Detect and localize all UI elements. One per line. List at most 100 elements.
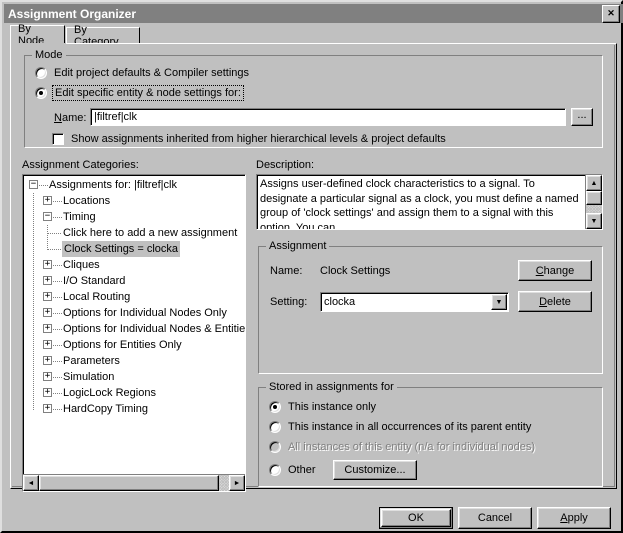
- expander-plus-icon[interactable]: +: [43, 260, 52, 269]
- tree-item-label: Local Routing: [63, 289, 130, 305]
- tree-item-label: I/O Standard: [63, 273, 125, 289]
- tree-item-label: Simulation: [63, 369, 114, 385]
- radio-edit-project-defaults[interactable]: Edit project defaults & Compiler setting…: [35, 67, 249, 79]
- browse-button[interactable]: ...: [571, 108, 593, 126]
- assignment-name-value: Clock Settings: [320, 265, 390, 277]
- delete-rest: elete: [547, 296, 571, 308]
- tree-item-local-routing[interactable]: + Local Routing: [25, 289, 243, 305]
- tree-item-hardcopy-timing[interactable]: + HardCopy Timing: [25, 401, 243, 417]
- show-inherited-label: Show assignments inherited from higher h…: [71, 133, 446, 145]
- tree-item-io-standard[interactable]: + I/O Standard: [25, 273, 243, 289]
- show-inherited-checkbox[interactable]: Show assignments inherited from higher h…: [52, 133, 446, 145]
- mode-group-label: Mode: [32, 49, 66, 61]
- close-icon[interactable]: ✕: [602, 5, 620, 23]
- radio-indicator: [269, 421, 281, 433]
- tree-item-label: Cliques: [63, 257, 100, 273]
- expander-plus-icon[interactable]: +: [43, 292, 52, 301]
- categories-label-text: Assignment Categories:: [22, 159, 139, 171]
- tree-item-label: Options for Individual Nodes & Entities: [63, 321, 246, 337]
- hscroll-right-arrow[interactable]: ►: [229, 475, 245, 491]
- window-title: Assignment Organizer: [8, 7, 136, 21]
- tab-by-category[interactable]: By Category: [66, 27, 140, 44]
- expander-plus-icon[interactable]: +: [43, 324, 52, 333]
- radio-edit-specific-entity[interactable]: Edit specific entity & node settings for…: [35, 87, 242, 99]
- radio-this-instance-all-occurrences-label: This instance in all occurrences of its …: [288, 421, 531, 433]
- tree-item-root[interactable]: − Assignments for: |filtref|clk: [25, 177, 243, 193]
- change-accel: C: [536, 265, 544, 277]
- delete-button-label: Delete: [539, 296, 571, 308]
- expander-minus-icon[interactable]: −: [43, 212, 52, 221]
- tree-item-timing[interactable]: − Timing: [25, 209, 243, 225]
- tab-strip: By Node By Category: [10, 26, 617, 44]
- tree-item-label: Assignments for: |filtref|clk: [49, 177, 177, 193]
- description-label: Description:: [256, 159, 314, 171]
- right-arrow-icon: ►: [234, 480, 241, 487]
- expander-plus-icon[interactable]: +: [43, 372, 52, 381]
- radio-other[interactable]: Other: [269, 464, 316, 476]
- expander-minus-icon[interactable]: −: [29, 180, 38, 189]
- assignment-setting-label-text: Setting:: [270, 296, 307, 308]
- delete-button[interactable]: Delete: [518, 291, 592, 312]
- tree-item-add-assignment[interactable]: Click here to add a new assignment: [25, 225, 243, 241]
- tree-item-options-nodes-entities[interactable]: + Options for Individual Nodes & Entitie…: [25, 321, 243, 337]
- expander-plus-icon[interactable]: +: [43, 276, 52, 285]
- tab-active-mask: [11, 43, 66, 45]
- customize-button[interactable]: Customize...: [333, 460, 417, 480]
- radio-this-instance-only[interactable]: This instance only: [269, 401, 376, 413]
- apply-accel: A: [560, 512, 567, 524]
- vscroll-up-arrow[interactable]: ▲: [586, 175, 602, 191]
- tree-item-cliques[interactable]: + Cliques: [25, 257, 243, 273]
- tree-item-label: Locations: [63, 193, 110, 209]
- hscroll-thumb[interactable]: [39, 475, 219, 491]
- hscroll-left-arrow[interactable]: ◄: [23, 475, 39, 491]
- chevron-glyph: ▼: [496, 299, 503, 306]
- change-button[interactable]: Change: [518, 260, 592, 281]
- expander-plus-icon[interactable]: +: [43, 196, 52, 205]
- tree-item-logiclock-regions[interactable]: + LogicLock Regions: [25, 385, 243, 401]
- ok-button-label: OK: [408, 512, 424, 524]
- ok-button[interactable]: OK: [379, 507, 453, 529]
- tree-item-options-individual-nodes-only[interactable]: + Options for Individual Nodes Only: [25, 305, 243, 321]
- down-arrow-icon: ▼: [591, 218, 598, 225]
- vscroll-down-arrow[interactable]: ▼: [586, 213, 602, 229]
- radio-this-instance-only-label: This instance only: [288, 401, 376, 413]
- description-box: Assigns user-defined clock characteristi…: [256, 174, 603, 230]
- chevron-down-icon[interactable]: ▼: [491, 294, 507, 310]
- assignment-group-label: Assignment: [266, 240, 329, 252]
- tree-item-label: LogicLock Regions: [63, 385, 156, 401]
- cancel-button[interactable]: Cancel: [458, 507, 532, 529]
- radio-indicator: [269, 401, 281, 413]
- name-field-label: Name:: [54, 112, 86, 124]
- setting-combobox[interactable]: clocka ▼: [320, 292, 509, 312]
- expander-plus-icon[interactable]: +: [43, 308, 52, 317]
- radio-indicator: [269, 441, 281, 453]
- cancel-button-label: Cancel: [478, 512, 512, 524]
- tree-item-options-entities-only[interactable]: + Options for Entities Only: [25, 337, 243, 353]
- tab-by-node[interactable]: By Node: [10, 25, 65, 44]
- radio-this-instance-all-occurrences[interactable]: This instance in all occurrences of its …: [269, 421, 531, 433]
- radio-indicator: [35, 87, 47, 99]
- stored-in-group-label: Stored in assignments for: [266, 381, 397, 393]
- name-input-value: |filtref|clk: [94, 111, 137, 123]
- assignment-categories-tree[interactable]: − Assignments for: |filtref|clk + Locati…: [22, 174, 246, 492]
- expander-plus-icon[interactable]: +: [43, 356, 52, 365]
- expander-plus-icon[interactable]: +: [43, 404, 52, 413]
- tree-item-clock-settings[interactable]: Clock Settings = clocka: [25, 241, 243, 257]
- apply-button[interactable]: Apply: [537, 507, 611, 529]
- assignment-organizer-dialog: Assignment Organizer ✕ By Node By Catego…: [0, 0, 623, 533]
- customize-button-label: Customize...: [344, 464, 405, 476]
- checkbox-indicator: [52, 133, 64, 145]
- description-vertical-scrollbar[interactable]: ▲ ▼: [585, 175, 602, 229]
- title-bar: Assignment Organizer ✕: [4, 4, 623, 23]
- tree-horizontal-scrollbar[interactable]: ◄ ►: [23, 474, 245, 491]
- name-input[interactable]: |filtref|clk: [90, 108, 566, 126]
- vscroll-thumb[interactable]: [586, 191, 602, 205]
- expander-plus-icon[interactable]: +: [43, 340, 52, 349]
- tree-item-parameters[interactable]: + Parameters: [25, 353, 243, 369]
- tree-item-locations[interactable]: + Locations: [25, 193, 243, 209]
- expander-plus-icon[interactable]: +: [43, 388, 52, 397]
- radio-indicator: [35, 67, 47, 79]
- description-text: Assigns user-defined clock characteristi…: [260, 177, 582, 230]
- categories-label: Assignment Categories:: [22, 159, 139, 171]
- tree-item-simulation[interactable]: + Simulation: [25, 369, 243, 385]
